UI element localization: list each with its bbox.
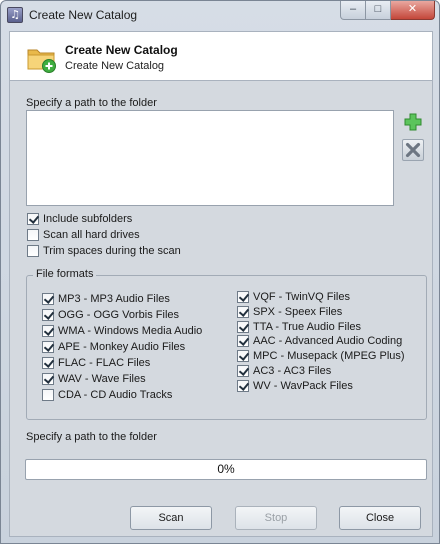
- checkbox[interactable]: [237, 321, 249, 333]
- format-spx[interactable]: SPX - Speex Files: [237, 306, 342, 318]
- progress-text: 0%: [217, 462, 235, 476]
- format-label: AC3 - AC3 Files: [253, 365, 332, 377]
- format-label: CDA - CD Audio Tracks: [58, 389, 173, 401]
- checkbox[interactable]: [42, 309, 54, 321]
- format-label: VQF - TwinVQ Files: [253, 291, 350, 303]
- scan-progress-bar: 0%: [25, 459, 427, 480]
- checkbox[interactable]: [27, 245, 39, 257]
- checkbox[interactable]: [27, 229, 39, 241]
- maximize-button[interactable]: □: [366, 1, 391, 20]
- checkbox[interactable]: [237, 380, 249, 392]
- format-wav[interactable]: WAV - Wave Files: [42, 373, 146, 385]
- format-flac[interactable]: FLAC - FLAC Files: [42, 357, 150, 369]
- format-label: FLAC - FLAC Files: [58, 357, 151, 369]
- close-window-button[interactable]: ✕: [391, 1, 435, 20]
- stop-button[interactable]: Stop: [235, 506, 317, 530]
- format-wv[interactable]: WV - WavPack Files: [237, 380, 353, 392]
- format-label: WV - WavPack Files: [253, 380, 353, 392]
- checkbox[interactable]: [42, 373, 54, 385]
- option-scan-all-drives[interactable]: Scan all hard drives: [27, 229, 140, 241]
- format-ape[interactable]: APE - Monkey Audio Files: [42, 341, 185, 353]
- header-subtitle: Create New Catalog: [65, 60, 165, 72]
- format-label: AAC - Advanced Audio Coding: [253, 335, 403, 347]
- status-text: Specify a path to the folder: [26, 431, 157, 443]
- format-tta[interactable]: TTA - True Audio Files: [237, 321, 361, 333]
- file-formats-group: File formats MP3 - MP3 Audio Files OGG -…: [26, 268, 427, 420]
- format-mp3[interactable]: MP3 - MP3 Audio Files: [42, 293, 170, 305]
- option-include-subfolders[interactable]: Include subfolders: [27, 213, 132, 225]
- remove-icon[interactable]: [402, 139, 424, 161]
- title-bar[interactable]: ♫ Create New Catalog – □ ✕: [1, 1, 439, 31]
- option-trim-spaces[interactable]: Trim spaces during the scan: [27, 245, 181, 257]
- scan-button[interactable]: Scan: [130, 506, 212, 530]
- format-label: MP3 - MP3 Audio Files: [58, 293, 170, 305]
- checkbox[interactable]: [237, 365, 249, 377]
- option-label: Include subfolders: [43, 213, 133, 225]
- checkbox[interactable]: [42, 389, 54, 401]
- checkbox[interactable]: [237, 335, 249, 347]
- window-title: Create New Catalog: [29, 8, 138, 22]
- format-mpc[interactable]: MPC - Musepack (MPEG Plus): [237, 350, 405, 362]
- folder-path-list[interactable]: [26, 110, 394, 206]
- path-label: Specify a path to the folder: [26, 97, 157, 109]
- format-label: WMA - Windows Media Audio: [58, 325, 203, 337]
- checkbox[interactable]: [42, 357, 54, 369]
- checkbox[interactable]: [42, 341, 54, 353]
- format-vqf[interactable]: VQF - TwinVQ Files: [237, 291, 350, 303]
- format-label: APE - Monkey Audio Files: [58, 341, 186, 353]
- create-catalog-window: ♫ Create New Catalog – □ ✕ Create New Ca…: [0, 0, 440, 544]
- format-label: OGG - OGG Vorbis Files: [58, 309, 180, 321]
- caption-buttons: – □ ✕: [340, 1, 435, 21]
- format-cda[interactable]: CDA - CD Audio Tracks: [42, 389, 172, 401]
- format-aac[interactable]: AAC - Advanced Audio Coding: [237, 335, 402, 347]
- checkbox[interactable]: [27, 213, 39, 225]
- header-panel: Create New Catalog Create New Catalog: [9, 31, 433, 81]
- plus-icon[interactable]: [402, 111, 424, 133]
- music-note-icon: ♫: [7, 7, 23, 23]
- folder-add-icon: [27, 49, 56, 73]
- checkbox[interactable]: [237, 350, 249, 362]
- checkbox[interactable]: [42, 293, 54, 305]
- checkbox[interactable]: [42, 325, 54, 337]
- format-ogg[interactable]: OGG - OGG Vorbis Files: [42, 309, 179, 321]
- option-label: Trim spaces during the scan: [43, 245, 181, 257]
- checkbox[interactable]: [237, 306, 249, 318]
- close-button[interactable]: Close: [339, 506, 421, 530]
- format-wma[interactable]: WMA - Windows Media Audio: [42, 325, 202, 337]
- format-ac3[interactable]: AC3 - AC3 Files: [237, 365, 331, 377]
- dialog-content: Specify a path to the folder Include sub…: [9, 81, 433, 537]
- checkbox[interactable]: [237, 291, 249, 303]
- header-title: Create New Catalog: [65, 43, 178, 57]
- option-label: Scan all hard drives: [43, 229, 140, 241]
- file-formats-title: File formats: [33, 268, 97, 280]
- minimize-button[interactable]: –: [340, 1, 366, 20]
- format-label: MPC - Musepack (MPEG Plus): [253, 350, 405, 362]
- format-label: SPX - Speex Files: [253, 306, 343, 318]
- format-label: TTA - True Audio Files: [253, 321, 362, 333]
- format-label: WAV - Wave Files: [58, 373, 146, 385]
